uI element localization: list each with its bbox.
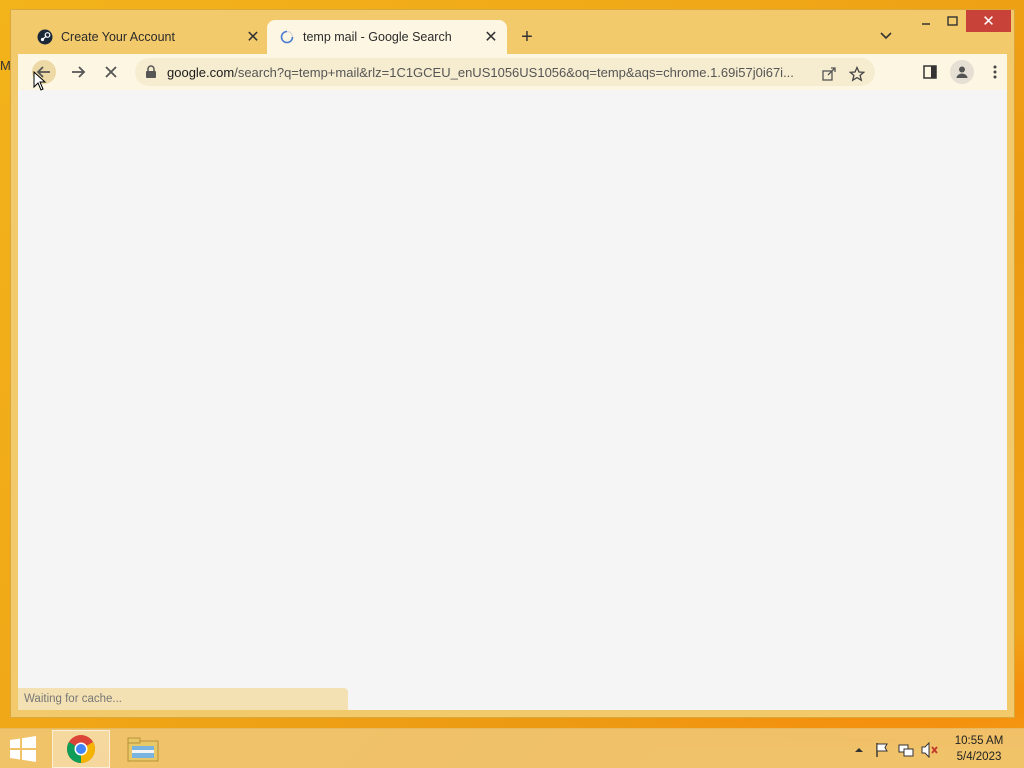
- side-panel-icon[interactable]: [918, 60, 942, 84]
- clock-time: 10:55 AM: [954, 735, 1004, 747]
- status-bubble: Waiting for cache...: [18, 688, 348, 710]
- share-icon[interactable]: [817, 62, 841, 86]
- kebab-menu-icon[interactable]: [983, 60, 1007, 84]
- browser-window: Create Your Account ✕ temp mail - Google…: [10, 9, 1015, 718]
- chevron-down-icon[interactable]: [876, 26, 896, 46]
- chrome-icon[interactable]: [52, 730, 110, 768]
- tab-title: temp mail - Google Search: [303, 30, 452, 44]
- chevron-up-icon[interactable]: [850, 741, 868, 759]
- close-icon[interactable]: ✕: [243, 27, 263, 47]
- system-clock[interactable]: 10:55 AM 5/4/2023: [944, 733, 1014, 765]
- steam-icon: [37, 29, 53, 45]
- maximize-icon[interactable]: [939, 10, 965, 32]
- star-icon[interactable]: [845, 62, 869, 86]
- browser-toolbar: google.com/search?q=temp+mail&rlz=1C1GCE…: [18, 54, 1007, 90]
- mouse-cursor-icon: [33, 70, 47, 96]
- url-text[interactable]: google.com/search?q=temp+mail&rlz=1C1GCE…: [167, 65, 817, 80]
- url-host: google.com: [167, 64, 235, 80]
- network-icon[interactable]: [897, 741, 915, 759]
- profile-avatar-icon[interactable]: [950, 60, 974, 84]
- tab-title: Create Your Account: [61, 30, 175, 44]
- file-explorer-icon[interactable]: [114, 730, 172, 768]
- address-bar[interactable]: google.com/search?q=temp+mail&rlz=1C1GCE…: [135, 58, 875, 86]
- tab-strip: Create Your Account ✕ temp mail - Google…: [11, 10, 1014, 54]
- tab-temp-mail-search[interactable]: temp mail - Google Search ✕: [267, 20, 507, 54]
- close-icon[interactable]: ✕: [966, 10, 1011, 32]
- google-loading-icon: [279, 29, 295, 45]
- lock-icon[interactable]: [145, 65, 159, 79]
- plus-icon[interactable]: +: [516, 26, 538, 48]
- tab-create-account[interactable]: Create Your Account ✕: [25, 20, 269, 54]
- volume-muted-icon[interactable]: [921, 741, 939, 759]
- url-path: /search?q=temp+mail&rlz=1C1GCEU_enUS1056…: [234, 64, 794, 80]
- minimize-icon[interactable]: [913, 10, 939, 32]
- windows-start-icon[interactable]: [8, 735, 38, 763]
- stop-loading-icon[interactable]: [99, 60, 123, 84]
- close-icon[interactable]: ✕: [481, 27, 501, 47]
- arrow-right-icon[interactable]: [66, 60, 90, 84]
- clock-date: 5/4/2023: [956, 751, 1002, 763]
- page-content: Waiting for cache...: [18, 90, 1007, 710]
- action-center-flag-icon[interactable]: [873, 741, 891, 759]
- taskbar: 10:55 AM 5/4/2023: [0, 728, 1024, 768]
